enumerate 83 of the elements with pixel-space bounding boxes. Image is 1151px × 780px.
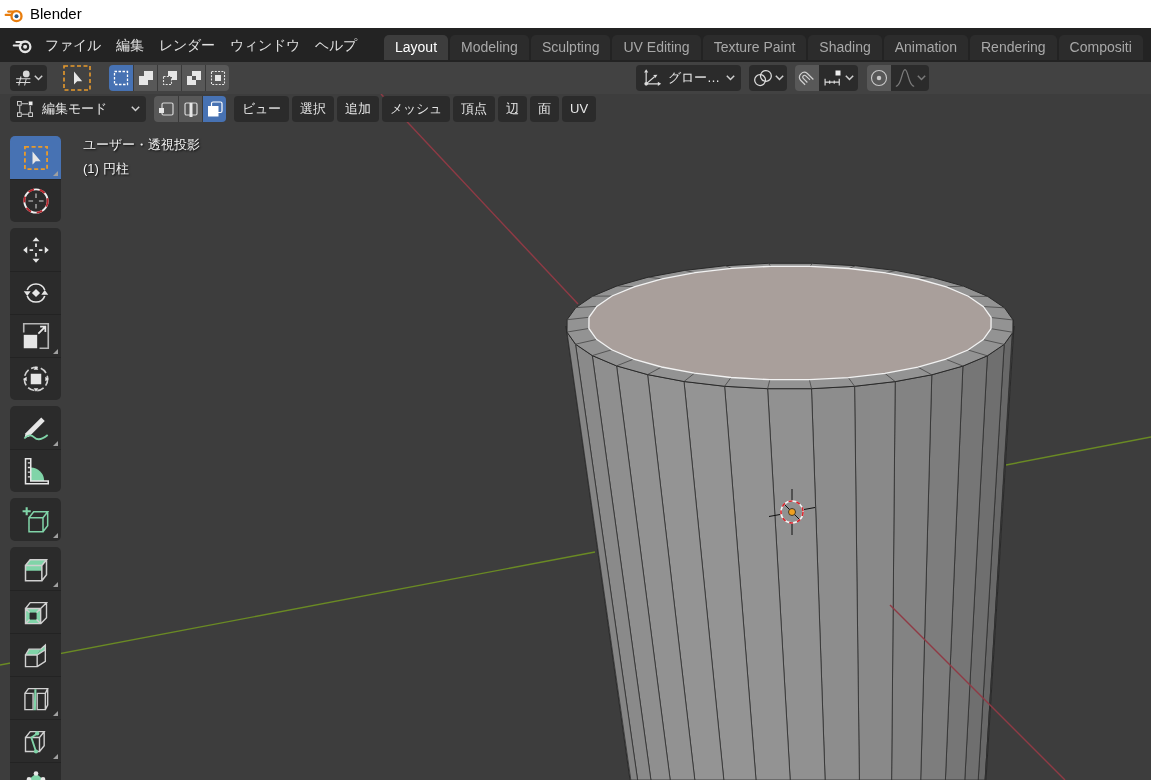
mode-dropdown[interactable]: 編集モード — [10, 96, 146, 122]
square-subtract-icon — [161, 70, 178, 86]
tool-button[interactable] — [10, 547, 61, 590]
header-menu[interactable]: 面 — [530, 96, 559, 122]
workspace-tab[interactable]: Sculpting — [530, 35, 611, 60]
selection-mode-button[interactable] — [109, 65, 133, 91]
overlapping-squares-icon — [185, 70, 202, 86]
dashed-circle-crosshair-icon — [21, 187, 50, 215]
menu-item[interactable]: ウィンドウ — [222, 34, 307, 56]
3d-cursor-icon — [768, 488, 816, 536]
selection-mode-button[interactable] — [133, 65, 157, 91]
tool-button[interactable] — [10, 271, 61, 314]
workspace-tab[interactable]: Layout — [384, 35, 449, 60]
workspace-tab[interactable]: Animation — [883, 35, 968, 60]
snap-toggle[interactable] — [795, 65, 819, 91]
menu-item[interactable]: 編集 — [108, 34, 151, 56]
tool-button[interactable] — [10, 314, 61, 357]
dot-circle-icon — [870, 69, 888, 87]
workspace-tab[interactable]: Compositi — [1058, 35, 1143, 60]
bell-curve-icon — [894, 68, 915, 88]
axes-icon — [642, 68, 662, 88]
menu-item[interactable]: レンダー — [151, 34, 222, 56]
sphere-grid-icon — [14, 69, 33, 87]
filled-square-icon — [206, 101, 223, 117]
tool-button[interactable] — [10, 406, 61, 449]
dashed-box-pointer-icon — [63, 65, 91, 91]
header-menu[interactable]: 辺 — [498, 96, 527, 122]
caret-icon — [131, 106, 140, 112]
selection-mode-button[interactable] — [181, 65, 205, 91]
tool-button[interactable] — [10, 179, 61, 222]
origin-dot-icon — [788, 508, 796, 516]
caret-icon — [774, 75, 784, 81]
object-info-label: (1) 円柱 — [83, 160, 129, 178]
tool-button[interactable] — [10, 590, 61, 633]
tool-button[interactable] — [10, 719, 61, 762]
workspace-tab[interactable]: Shading — [808, 35, 882, 60]
snap-target-dropdown[interactable] — [819, 65, 858, 91]
pivot-dropdown[interactable] — [749, 65, 787, 91]
header-menu[interactable]: 頂点 — [453, 96, 495, 122]
caret-icon — [33, 75, 43, 81]
square-diagonal-arrow-icon — [21, 322, 50, 350]
orientation-dropdown[interactable]: グロー… — [636, 65, 741, 91]
proportional-edit-toggle[interactable] — [867, 65, 891, 91]
workspace-tab[interactable]: Texture Paint — [702, 35, 807, 60]
square-in-circle-icon — [21, 365, 50, 393]
caret-icon — [916, 75, 926, 81]
workspace-tab[interactable]: Modeling — [450, 35, 529, 60]
tool-button[interactable] — [10, 449, 61, 492]
header-menu[interactable]: UV — [562, 96, 597, 122]
menu-item[interactable]: ファイル — [37, 34, 108, 56]
mesh-select-mode-button[interactable] — [154, 96, 178, 122]
workspace-tab[interactable]: Rendering — [970, 35, 1057, 60]
square-in-dashed-square-icon — [209, 70, 226, 86]
tick-ruler-icon — [823, 68, 843, 88]
linked-circles-icon — [752, 68, 773, 88]
caret-icon — [726, 75, 735, 81]
tool-button[interactable] — [10, 676, 61, 719]
window-title: Blender — [30, 3, 82, 24]
selection-mode-button[interactable] — [205, 65, 229, 91]
tool-button[interactable] — [10, 633, 61, 676]
interaction-mode-dropdown[interactable] — [10, 65, 47, 91]
mesh-select-mode-button[interactable] — [202, 96, 226, 122]
four-arrows-icon — [21, 235, 50, 264]
view-name-label: ユーザー・透視投影 — [83, 136, 200, 154]
workspace-tab[interactable]: UV Editing — [612, 35, 701, 60]
dashed-box-pointer-icon — [21, 143, 50, 172]
tool-button[interactable] — [10, 357, 61, 400]
header-menu[interactable]: 選択 — [292, 96, 334, 122]
tool-button[interactable] — [10, 228, 61, 271]
selection-mode-button[interactable] — [157, 65, 181, 91]
header-menu[interactable]: 追加 — [337, 96, 379, 122]
dashed-square-icon — [113, 70, 129, 86]
square-edge-icon — [182, 101, 199, 117]
caret-icon — [845, 75, 854, 81]
header-menu[interactable]: ビュー — [234, 96, 289, 122]
plus-cube-icon — [21, 505, 50, 534]
magnet-icon — [798, 69, 816, 87]
tool-button[interactable] — [10, 498, 61, 541]
corner-squares-icon — [16, 100, 34, 118]
header-menu[interactable]: メッシュ — [382, 96, 450, 122]
menu-item[interactable]: ヘルプ — [307, 34, 364, 56]
two-squares-icon — [137, 70, 154, 86]
mesh-select-mode-button[interactable] — [178, 96, 202, 122]
